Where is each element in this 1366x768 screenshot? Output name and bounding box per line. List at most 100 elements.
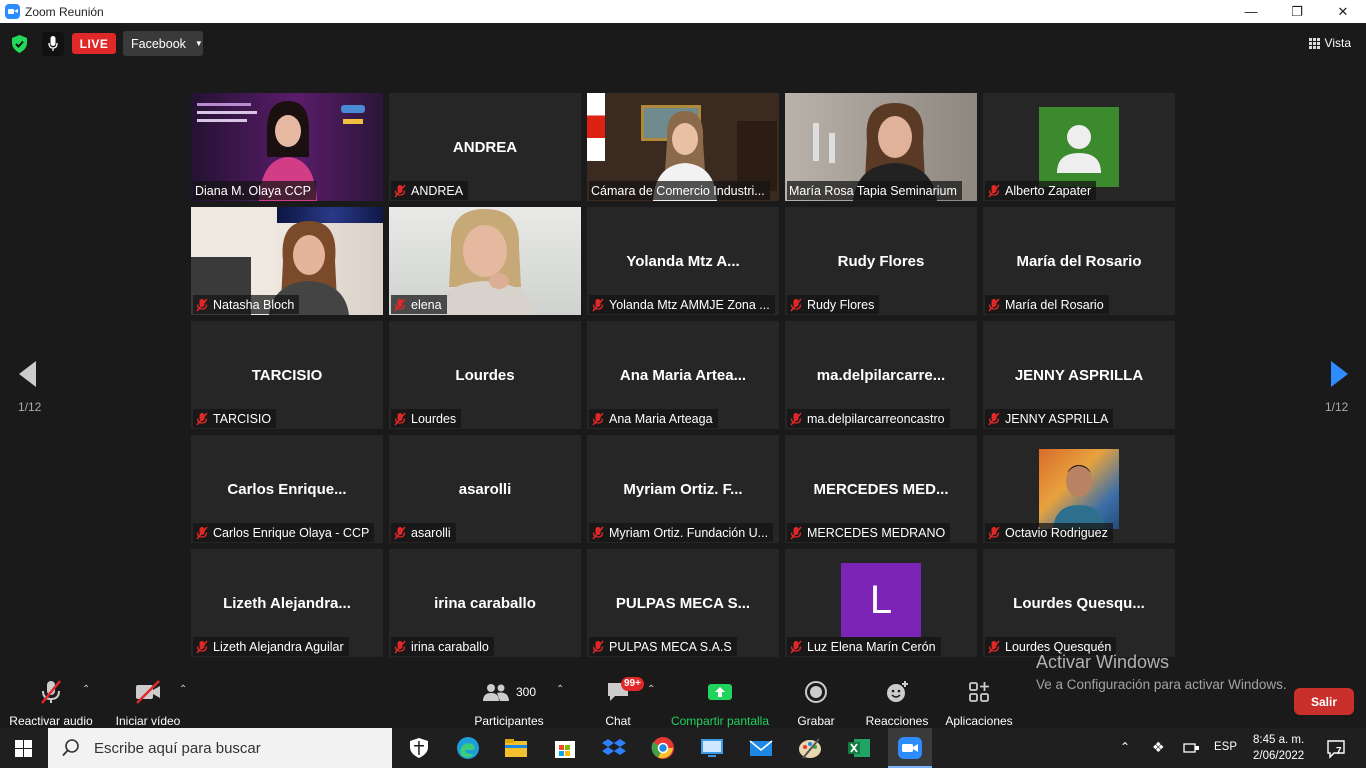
participant-display-name: asarolli [458, 481, 512, 498]
participant-tile[interactable]: TARCISIO TARCISIO [191, 321, 383, 429]
participant-tile[interactable]: Ana Maria Artea... Ana Maria Arteaga [587, 321, 779, 429]
mic-muted-icon [592, 640, 604, 653]
participant-tile[interactable]: Alberto Zapater [983, 93, 1175, 201]
participant-name: Alberto Zapater [1005, 183, 1092, 198]
participant-tile[interactable]: Octavio Rodriguez [983, 435, 1175, 543]
reactions-smiley-icon [887, 681, 908, 702]
reactions-button[interactable]: Reacciones [864, 678, 930, 728]
security-shield-icon[interactable] [406, 736, 432, 760]
participant-name: JENNY ASPRILLA [1005, 411, 1109, 426]
participant-tile[interactable]: ma.delpilarcarre... ma.delpilarcarreoncas… [785, 321, 977, 429]
participant-name: Yolanda Mtz AMMJE Zona ... [609, 297, 770, 312]
meeting-topbar: LIVE Facebook ▼ Vista [0, 23, 1366, 67]
participant-tile[interactable]: irina caraballo irina caraballo [389, 549, 581, 657]
participant-tile[interactable]: Lourdes Quesqu... Lourdes Quesquén [983, 549, 1175, 657]
participant-name-label: TARCISIO [193, 409, 277, 428]
notifications-count: 7 [1336, 746, 1342, 757]
participant-name-label: Alberto Zapater [985, 181, 1097, 200]
mic-indicator-icon[interactable] [42, 32, 64, 56]
participant-name-label: Myriam Ortiz. Fundación U... [589, 523, 774, 542]
participant-tile[interactable]: Rudy Flores Rudy Flores [785, 207, 977, 315]
edge-browser-icon[interactable] [455, 736, 481, 760]
participant-tile[interactable]: JENNY ASPRILLA JENNY ASPRILLA [983, 321, 1175, 429]
participant-tile[interactable]: Carlos Enrique... Carlos Enrique Olaya - … [191, 435, 383, 543]
remote-desktop-icon[interactable] [699, 736, 725, 760]
maximize-button[interactable]: ❐ [1274, 0, 1320, 23]
mic-muted-icon [988, 298, 1000, 311]
mic-muted-icon [988, 412, 1000, 425]
participant-display-name: PULPAS MECA S... [615, 595, 751, 612]
network-icon[interactable] [1183, 741, 1201, 755]
file-explorer-icon[interactable] [503, 736, 529, 760]
participant-tile[interactable]: María del Rosario María del Rosario [983, 207, 1175, 315]
dropbox-tray-icon[interactable]: ❖ [1152, 739, 1165, 756]
participant-name: TARCISIO [213, 411, 272, 426]
close-button[interactable]: ✕ [1320, 0, 1366, 23]
next-page-arrow-icon[interactable] [1329, 360, 1349, 388]
taskbar-search-box[interactable]: Escribe aquí para buscar [48, 728, 392, 768]
participants-button[interactable]: 300 Participantes [470, 678, 548, 728]
participant-name: PULPAS MECA S.A.S [609, 639, 732, 654]
view-button[interactable]: Vista [1308, 36, 1351, 50]
minimize-button[interactable]: — [1228, 0, 1274, 23]
participant-tile[interactable]: ANDREA ANDREA [389, 93, 581, 201]
leave-button[interactable]: Salir [1294, 688, 1354, 715]
share-screen-button[interactable]: Compartir pantalla [668, 678, 772, 728]
audio-options-caret-icon[interactable]: ⌃ [82, 684, 90, 695]
participant-name-label: Cámara de Comercio Industri... [589, 181, 770, 200]
participant-tile[interactable]: Lourdes Lourdes [389, 321, 581, 429]
excel-icon[interactable] [846, 736, 872, 760]
participant-name-label: Yolanda Mtz AMMJE Zona ... [589, 295, 775, 314]
start-video-button[interactable]: Iniciar vídeo [108, 678, 188, 728]
participant-display-name: JENNY ASPRILLA [1014, 367, 1144, 384]
participant-tile[interactable]: MERCEDES MED... MERCEDES MEDRANO [785, 435, 977, 543]
participant-tile[interactable]: Lizeth Alejandra... Lizeth Alejandra Agui… [191, 549, 383, 657]
participant-display-name: María del Rosario [1016, 253, 1142, 270]
participants-caret-icon[interactable]: ⌃ [556, 684, 564, 695]
activate-windows-subtitle: Ve a Configuración para activar Windows. [1036, 677, 1287, 692]
participant-tile[interactable]: Yolanda Mtz A... Yolanda Mtz AMMJE Zona .… [587, 207, 779, 315]
video-off-icon [136, 680, 160, 704]
tray-overflow-chevron-icon[interactable]: ⌃ [1120, 740, 1130, 754]
taskbar-search-placeholder: Escribe aquí para buscar [94, 739, 261, 757]
stream-target-dropdown[interactable]: Facebook ▼ [123, 31, 203, 56]
apps-button[interactable]: Aplicaciones [942, 678, 1016, 728]
chat-caret-icon[interactable]: ⌃ [647, 684, 655, 695]
video-options-caret-icon[interactable]: ⌃ [179, 684, 187, 695]
chrome-browser-icon[interactable] [650, 736, 676, 760]
zoom-app-icon [898, 737, 922, 759]
participant-tile[interactable]: Cámara de Comercio Industri... [587, 93, 779, 201]
participant-name: Myriam Ortiz. Fundación U... [609, 525, 769, 540]
dropbox-icon[interactable] [601, 736, 627, 760]
share-screen-icon [708, 684, 732, 700]
live-badge[interactable]: LIVE [72, 33, 116, 54]
shield-check-icon[interactable] [11, 35, 28, 53]
record-button[interactable]: Grabar [794, 678, 838, 728]
microsoft-store-icon[interactable] [552, 736, 578, 760]
participant-tile[interactable]: asarolli asarolli [389, 435, 581, 543]
system-clock[interactable]: 8:45 a. m. 2/06/2022 [1253, 732, 1304, 764]
participant-tile[interactable]: Diana M. Olaya CCP [191, 93, 383, 201]
mic-muted-icon [790, 412, 802, 425]
participant-name-label: María Rosa Tapia Seminarium [787, 181, 962, 200]
input-language[interactable]: ESP [1214, 741, 1237, 753]
prev-page-arrow-icon[interactable] [18, 360, 38, 388]
paint-icon[interactable] [797, 736, 823, 760]
participant-name: Carlos Enrique Olaya - CCP [213, 525, 370, 540]
windows-start-icon[interactable] [15, 740, 32, 757]
participant-name: irina caraballo [411, 639, 489, 654]
zoom-taskbar-button[interactable] [888, 728, 932, 768]
participant-name-label: PULPAS MECA S.A.S [589, 637, 737, 656]
mail-icon[interactable] [748, 736, 774, 760]
participant-tile[interactable]: Myriam Ortiz. F... Myriam Ortiz. Fundació… [587, 435, 779, 543]
participant-tile[interactable]: L Luz Elena Marín Cerón [785, 549, 977, 657]
window-titlebar: Zoom Reunión — ❐ ✕ [0, 0, 1366, 23]
mic-muted-icon [790, 640, 802, 653]
participant-tile[interactable]: PULPAS MECA S... PULPAS MECA S.A.S [587, 549, 779, 657]
mic-muted-icon [592, 526, 604, 539]
participant-tile[interactable]: María Rosa Tapia Seminarium [785, 93, 977, 201]
participant-name-label: Rudy Flores [787, 295, 880, 314]
participant-display-name: Myriam Ortiz. F... [623, 481, 743, 498]
participant-tile[interactable]: elena [389, 207, 581, 315]
participant-tile[interactable]: Natasha Bloch [191, 207, 383, 315]
